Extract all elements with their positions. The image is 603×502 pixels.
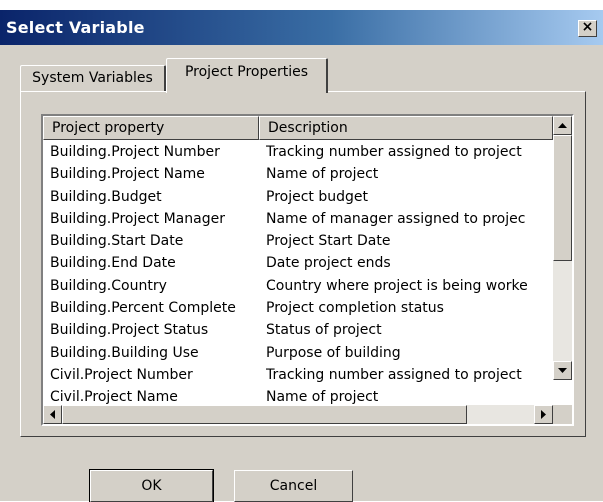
- description-cell: Project budget: [266, 188, 368, 205]
- vertical-scroll-thumb[interactable]: [553, 135, 572, 261]
- close-button[interactable]: ×: [578, 20, 597, 37]
- list-item[interactable]: Building.Start Date Project Start Date: [43, 230, 553, 252]
- property-cell: Building.Percent Complete: [50, 300, 236, 317]
- list-item[interactable]: Civil.Project Number Tracking number assi…: [43, 364, 553, 386]
- property-cell: Building.Start Date: [50, 233, 184, 250]
- scroll-down-button[interactable]: [553, 361, 572, 380]
- description-cell: Purpose of building: [266, 344, 401, 361]
- horizontal-scroll-thumb[interactable]: [62, 405, 467, 424]
- description-cell: Project completion status: [266, 300, 444, 317]
- description-cell: Project Start Date: [266, 233, 391, 250]
- arrow-up-icon: [558, 123, 567, 128]
- scroll-up-button[interactable]: [553, 116, 572, 135]
- property-cell: Building.Project Manager: [50, 210, 225, 227]
- vertical-scrollbar[interactable]: [553, 116, 572, 380]
- property-cell: Building.Building Use: [50, 344, 199, 361]
- list-header: Project property Description: [43, 116, 553, 140]
- tab-project-properties[interactable]: Project Properties: [166, 58, 328, 93]
- property-cell: Building.Project Status: [50, 322, 209, 339]
- arrow-left-icon: [50, 410, 55, 419]
- property-cell: Building.Project Number: [50, 144, 220, 160]
- scrollbar-corner: [553, 405, 572, 424]
- list-item[interactable]: Building.Building Use Purpose of building: [43, 342, 553, 364]
- tab-label: Project Properties: [184, 64, 309, 80]
- arrow-right-icon: [541, 410, 546, 419]
- property-list[interactable]: Project property Description Building.Pr…: [41, 114, 574, 426]
- description-cell: Name of manager assigned to projec: [266, 210, 526, 227]
- list-item[interactable]: Building.Project Name Name of project: [43, 163, 553, 185]
- tab-label: System Variables: [32, 70, 153, 86]
- property-cell: Building.Country: [50, 277, 167, 294]
- property-cell: Building.Project Name: [50, 166, 205, 183]
- property-cell: Building.Budget: [50, 188, 162, 205]
- list-item[interactable]: Building.Percent Complete Project complet…: [43, 297, 553, 319]
- list-item[interactable]: Building.Project Manager Name of manager …: [43, 208, 553, 230]
- description-cell: Country where project is being worke: [266, 277, 528, 294]
- list-item[interactable]: Building.Project Number Tracking number a…: [43, 141, 553, 163]
- property-cell: Building.End Date: [50, 255, 176, 272]
- cancel-button[interactable]: Cancel: [234, 470, 353, 502]
- description-cell: Date project ends: [266, 255, 391, 272]
- scroll-left-button[interactable]: [43, 405, 62, 424]
- description-cell: Name of project: [266, 166, 379, 183]
- close-icon: ×: [581, 19, 594, 35]
- window-title: Select Variable: [6, 18, 145, 37]
- description-cell: Tracking number assigned to project: [266, 144, 522, 160]
- list-rows: Building.Project Number Tracking number a…: [43, 141, 553, 409]
- arrow-down-icon: [558, 368, 567, 373]
- list-item[interactable]: Building.End Date Date project ends: [43, 252, 553, 274]
- title-bar[interactable]: Select Variable ×: [0, 10, 603, 45]
- column-header-description[interactable]: Description: [259, 116, 553, 140]
- list-item[interactable]: Building.Budget Project budget: [43, 186, 553, 208]
- description-cell: Tracking number assigned to project: [266, 366, 522, 383]
- ok-button[interactable]: OK: [89, 469, 214, 502]
- list-item[interactable]: Building.Project Status Status of project: [43, 319, 553, 341]
- description-cell: Status of project: [266, 322, 382, 339]
- column-header-project-property[interactable]: Project property: [43, 116, 259, 140]
- list-item[interactable]: Building.Country Country where project is…: [43, 275, 553, 297]
- horizontal-scrollbar[interactable]: [43, 405, 553, 424]
- property-cell: Civil.Project Number: [50, 366, 193, 383]
- tab-system-variables[interactable]: System Variables: [20, 65, 166, 91]
- select-variable-dialog: Select Variable × System Variables Proje…: [0, 10, 603, 502]
- scroll-right-button[interactable]: [534, 405, 553, 424]
